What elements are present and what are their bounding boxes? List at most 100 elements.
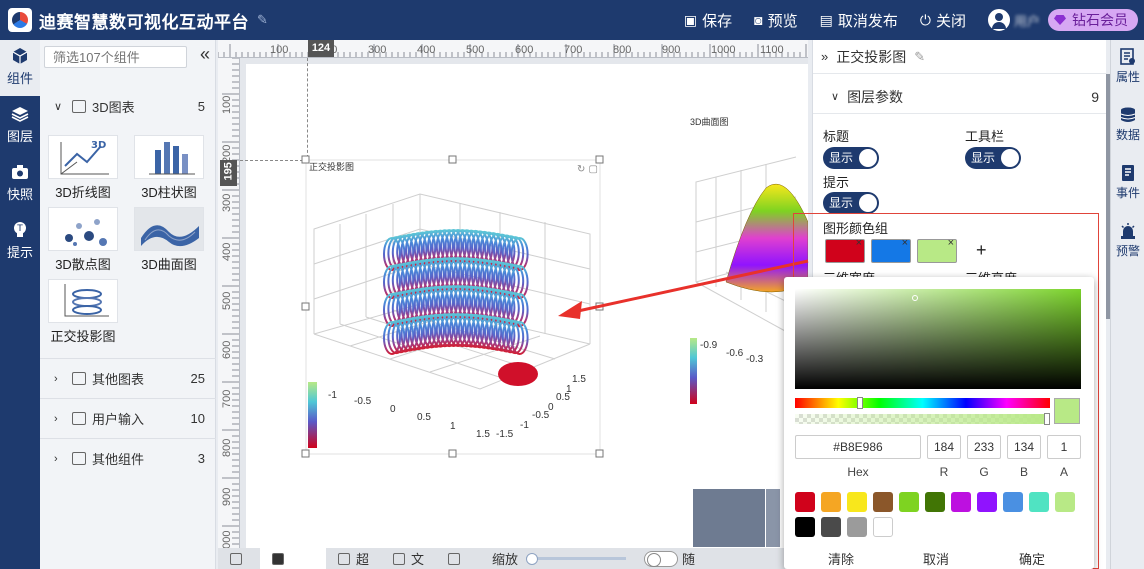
category-user-input[interactable]: › 用户输入 10 (40, 398, 216, 438)
preset-color-swatch[interactable] (1029, 492, 1049, 512)
nav-layers[interactable]: 图层 (0, 98, 40, 154)
ruler-left-marker-value: 195 (222, 162, 235, 181)
toolbar-toggle[interactable]: 显示 (965, 147, 1021, 169)
zoom-slider[interactable] (526, 553, 627, 565)
bottom-tab-pointer[interactable] (260, 548, 326, 569)
component-3d-scatter-label: 3D散点图 (55, 257, 111, 272)
preset-color-swatch[interactable] (951, 492, 971, 512)
nav-snapshot[interactable]: 快照 (0, 156, 40, 212)
rnav-events[interactable]: 事件 (1111, 164, 1144, 201)
close-button[interactable]: ⏻ 关闭 (920, 10, 966, 31)
alpha-input[interactable]: 1 (1047, 435, 1081, 459)
blue-input[interactable]: 134 (1007, 435, 1041, 459)
chart2-title: 3D曲面图 (690, 117, 729, 127)
chart1-x-tick: 1.5 (476, 429, 490, 440)
username[interactable]: 用户 (1014, 11, 1040, 30)
chart1-y-tick: -1.5 (496, 429, 514, 440)
snap-toggle[interactable] (644, 550, 679, 567)
sv-cursor[interactable] (912, 295, 918, 301)
confirm-button[interactable]: 确定 (1019, 549, 1045, 568)
preset-color-swatch[interactable] (847, 492, 867, 512)
component-orthographic[interactable]: 正交投影图 (47, 279, 119, 347)
preset-color-swatch[interactable] (847, 517, 867, 537)
preset-color-swatch[interactable] (795, 517, 815, 537)
green-input[interactable]: 233 (967, 435, 1001, 459)
title-toggle[interactable]: 显示 (823, 147, 879, 169)
preset-color-swatch[interactable] (821, 517, 841, 537)
layer-params-count: 9 (1091, 88, 1099, 105)
hex-input[interactable]: #B8E986 (795, 435, 921, 459)
category-other-components[interactable]: › 其他组件 3 (40, 438, 216, 478)
rnav-data[interactable]: 数据 (1111, 106, 1144, 143)
preset-color-swatch[interactable] (873, 492, 893, 512)
nav-tips[interactable]: T 提示 (0, 214, 40, 270)
component-3d-scatter[interactable]: 3D散点图 (47, 207, 119, 275)
preset-color-swatch[interactable] (899, 492, 919, 512)
layer-params-section[interactable]: ∨ 图层参数 9 (813, 80, 1107, 114)
power-icon: ⏻ (919, 11, 931, 28)
category-other-charts[interactable]: › 其他图表 25 (40, 358, 216, 398)
alpha-slider-knob[interactable] (1044, 413, 1050, 425)
cancel-button[interactable]: 取消 (923, 549, 949, 568)
rnav-properties[interactable]: 属性 (1111, 48, 1144, 85)
ruler-left-label: 300 (221, 194, 233, 212)
chart1-x-tick: -1 (328, 390, 337, 401)
preset-color-swatch[interactable] (821, 492, 841, 512)
chevron-right-double-icon[interactable]: » (821, 49, 828, 64)
preset-color-swatch[interactable] (1055, 492, 1075, 512)
rotate-icon[interactable]: ↻ ▢ (577, 164, 598, 175)
edit-title-icon[interactable]: ✎ (257, 12, 268, 28)
minimap[interactable] (693, 489, 765, 547)
3d-surface-thumbnail (134, 207, 204, 251)
preset-color-swatch[interactable] (795, 492, 815, 512)
camera-icon (12, 165, 28, 179)
alpha-slider[interactable] (795, 414, 1050, 424)
save-button[interactable]: ▣ 保存 (684, 10, 732, 31)
bottom-tab-hyper[interactable]: 超 (326, 548, 381, 569)
bottom-tab-mobile[interactable] (436, 548, 478, 569)
ruler-top-label: 300 (368, 44, 386, 56)
unpublish-button[interactable]: ▤ 取消发布 (820, 10, 898, 31)
nav-snapshot-label: 快照 (6, 187, 33, 202)
preset-color-swatch[interactable] (977, 492, 997, 512)
blue-label: B (1019, 465, 1028, 479)
nav-layers-label: 图层 (6, 129, 33, 144)
hue-slider-knob[interactable] (857, 397, 863, 409)
avatar[interactable] (987, 9, 1010, 31)
ruler-left[interactable]: 100 200 300 400 500 600 700 800 900 1000 195 (218, 58, 240, 548)
component-3d-surface[interactable]: 3D曲面图 (133, 207, 205, 275)
properties-title: 正交投影图 (836, 48, 907, 65)
ruler-left-label: 1000 (221, 531, 233, 548)
close-label: 关闭 (935, 12, 966, 30)
preview-button[interactable]: ◙ 预览 (754, 10, 797, 31)
ruler-top-label: 800 (613, 44, 631, 56)
preset-color-swatch[interactable] (1003, 492, 1023, 512)
component-3d-line[interactable]: 3D 3D折线图 (47, 135, 119, 203)
chart2-x-axis: -0.9 -0.6 -0.3 (700, 340, 764, 365)
orthographic-thumbnail (48, 279, 118, 323)
bottom-tab-text[interactable]: 文 (381, 548, 436, 569)
ruler-top[interactable]: 10020030040050060070080090010001100 124 (218, 40, 808, 58)
app-logo-icon (8, 8, 32, 32)
ruler-top-label: 600 (515, 44, 533, 56)
category-3d-charts[interactable]: ∨ 3D图表 5 (40, 86, 216, 126)
nav-components[interactable]: 组件 (0, 40, 40, 96)
tooltip-toggle[interactable]: 显示 (823, 192, 879, 214)
vip-badge[interactable]: 钻石会员 (1048, 9, 1138, 31)
red-input[interactable]: 184 (927, 435, 961, 459)
clear-button[interactable]: 清除 (828, 549, 854, 568)
save-icon: ▣ (683, 11, 698, 28)
edit-name-icon[interactable]: ✎ (914, 49, 925, 65)
bottom-tab-layout[interactable] (218, 548, 260, 569)
preset-color-swatch[interactable] (873, 517, 893, 537)
preset-color-swatch[interactable] (925, 492, 945, 512)
component-search-input[interactable] (44, 46, 187, 68)
pointer-icon (272, 552, 284, 565)
rnav-alerts[interactable]: 预警 (1111, 222, 1144, 259)
collapse-panel-button[interactable]: « (200, 44, 210, 65)
component-3d-bar[interactable]: 3D柱状图 (133, 135, 205, 203)
saturation-value-area[interactable] (795, 289, 1081, 389)
cube-outline-icon (72, 99, 86, 113)
svg-text:3D: 3D (91, 140, 106, 151)
hue-slider[interactable] (795, 398, 1050, 408)
